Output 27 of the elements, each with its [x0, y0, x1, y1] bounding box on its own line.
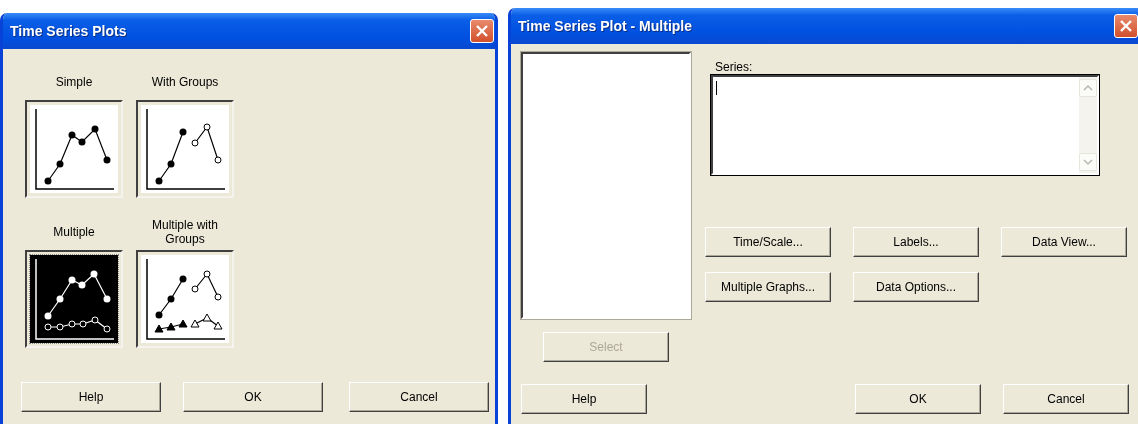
plot-type-label: Multiple: [53, 224, 95, 241]
dialog-button[interactable]: Help: [521, 384, 647, 414]
dialog-button[interactable]: Multiple Graphs...: [705, 272, 831, 302]
plot-type-tile[interactable]: [25, 100, 123, 198]
plot-type-label: Multiple with Groups: [151, 218, 219, 246]
dialog-button[interactable]: OK: [855, 384, 981, 414]
close-icon: [1119, 19, 1133, 33]
plot-type-tile[interactable]: [136, 100, 234, 198]
series-label: Series:: [715, 60, 754, 74]
plot-type-label: With Groups: [151, 74, 219, 91]
plot-type-label: Simple: [55, 74, 93, 91]
plot-type-tile[interactable]: [25, 250, 123, 348]
dialog-button[interactable]: Cancel: [1003, 384, 1129, 414]
dialog-button[interactable]: Data Options...: [853, 272, 979, 302]
series-field[interactable]: [711, 75, 1099, 175]
dialog-button[interactable]: Data View...: [1001, 227, 1127, 257]
close-icon: [475, 24, 489, 38]
dialog-button[interactable]: Cancel: [349, 382, 489, 412]
window-title: Time Series Plots: [10, 23, 127, 39]
dialog-button[interactable]: Time/Scale...: [705, 227, 831, 257]
plot-type-tile[interactable]: [136, 250, 234, 348]
close-button[interactable]: [1114, 14, 1138, 38]
dialog-button[interactable]: OK: [183, 382, 323, 412]
window-title: Time Series Plot - Multiple: [518, 18, 692, 34]
close-button[interactable]: [470, 19, 494, 43]
dialog-button[interactable]: Help: [21, 382, 161, 412]
dialog-button[interactable]: Labels...: [853, 227, 979, 257]
